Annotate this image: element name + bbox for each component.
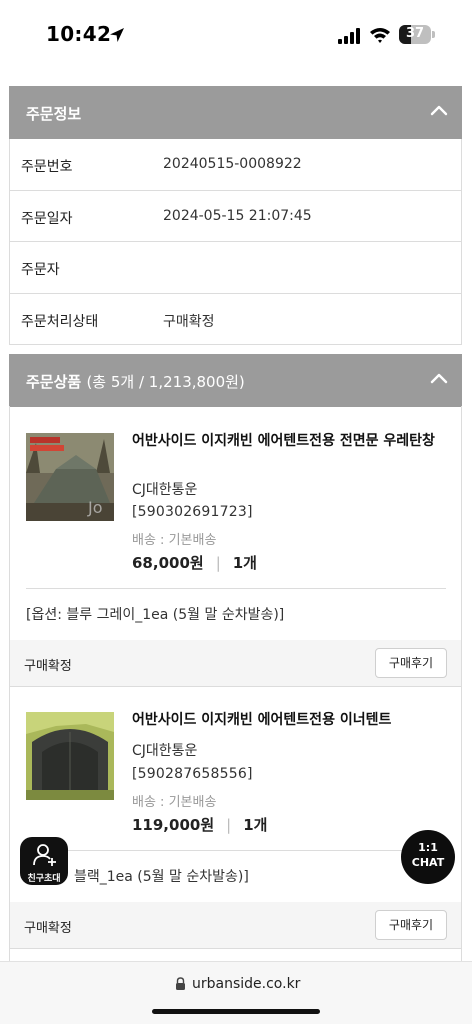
orderer-row: 주문자 xyxy=(10,242,461,294)
product-price-qty: 68,000원 | 1개 xyxy=(132,552,257,573)
product-divider xyxy=(26,850,446,851)
product-option: [옵션: 블루 그레이_1ea (5월 말 순차발송)] xyxy=(26,607,285,623)
order-date-value: 2024-05-15 21:07:45 xyxy=(163,207,312,224)
order-date-row: 주문일자 2024-05-15 21:07:45 xyxy=(10,191,461,242)
order-products-heading: 주문상품 xyxy=(26,373,82,391)
price-separator: | xyxy=(226,816,232,834)
tent-photo-icon: Jo xyxy=(26,433,114,521)
chevron-up-icon[interactable] xyxy=(430,104,448,116)
browser-url[interactable]: urbanside.co.kr xyxy=(192,976,300,992)
product-thumbnail[interactable] xyxy=(26,712,114,800)
order-products-summary: (총 5개 / 1,213,800원) xyxy=(86,373,245,391)
order-number-value: 20240515-0008922 xyxy=(163,156,302,172)
product-name[interactable]: 어반사이드 이지캐빈 에어텐트전용 이너텐트 xyxy=(132,711,448,729)
product-qty: 1개 xyxy=(243,816,268,834)
product-status-bar: 구매확정 구매후기 xyxy=(10,640,461,686)
product-price: 68,000원 xyxy=(132,554,204,572)
product-price: 119,000원 xyxy=(132,816,215,834)
chat-label-top: 1:1 xyxy=(418,841,438,854)
order-products-list: Jo 어반사이드 이지캐빈 에어텐트전용 전면문 우레탄창 CJ대한통운 [59… xyxy=(9,406,462,961)
battery-tip xyxy=(432,31,435,38)
product-tracking-number[interactable]: [590287658556] xyxy=(132,766,253,782)
status-bar: 10:42 37 xyxy=(0,0,472,70)
product-thumbnail[interactable]: Jo xyxy=(26,433,114,521)
product-tracking-number[interactable]: [590302691723] xyxy=(132,504,253,520)
product-bottom-border xyxy=(10,948,461,949)
battery-percent: 37 xyxy=(405,26,425,41)
chat-label-bottom: CHAT xyxy=(411,856,445,869)
chevron-up-icon[interactable] xyxy=(430,372,448,384)
cellular-signal-icon xyxy=(338,28,360,44)
product-name[interactable]: 어반사이드 이지캐빈 에어텐트전용 전면문 우레탄창 xyxy=(132,432,448,450)
order-status-row: 주문처리상태 구매확정 xyxy=(10,294,461,345)
invite-friend-label: 친구초대 xyxy=(27,874,61,884)
write-review-button[interactable]: 구매후기 xyxy=(375,910,447,940)
product-qty: 1개 xyxy=(232,554,257,572)
order-products-header[interactable]: 주문상품 (총 5개 / 1,213,800원) xyxy=(9,354,462,407)
product-option: 블랙_1ea (5월 말 순차발송)] xyxy=(74,869,249,885)
order-info-title: 주문정보 xyxy=(26,105,82,123)
add-user-icon xyxy=(33,844,56,866)
order-status-label: 주문처리상태 xyxy=(21,313,99,330)
product-bottom-border xyxy=(10,686,461,687)
tent-photo-icon xyxy=(26,712,114,800)
product-shipping: 배송 : 기본배송 xyxy=(132,795,217,810)
order-status-value: 구매확정 xyxy=(163,313,215,330)
order-number-row: 주문번호 20240515-0008922 xyxy=(10,139,461,191)
product-status-bar: 구매확정 구매후기 xyxy=(10,902,461,948)
product-divider xyxy=(26,588,446,589)
product-courier: CJ대한통운 xyxy=(132,743,198,759)
product-price-qty: 119,000원 | 1개 xyxy=(132,814,267,835)
wifi-icon xyxy=(370,28,390,43)
browser-address-bar[interactable]: urbanside.co.kr xyxy=(0,961,472,1024)
invite-friend-button[interactable]: 친구초대 xyxy=(20,837,68,885)
order-date-label: 주문일자 xyxy=(21,210,73,227)
product-status: 구매확정 xyxy=(24,921,72,936)
location-arrow-icon xyxy=(110,28,124,42)
order-info-header[interactable]: 주문정보 xyxy=(9,86,462,139)
write-review-button[interactable]: 구매후기 xyxy=(375,648,447,678)
product-shipping: 배송 : 기본배송 xyxy=(132,533,217,548)
status-time: 10:42 xyxy=(46,22,112,46)
svg-text:Jo: Jo xyxy=(87,498,103,517)
order-info-table: 주문번호 20240515-0008922 주문일자 2024-05-15 21… xyxy=(9,139,462,345)
price-separator: | xyxy=(215,554,221,572)
lock-icon xyxy=(176,977,185,990)
product-courier: CJ대한통운 xyxy=(132,482,198,498)
product-status: 구매확정 xyxy=(24,659,72,674)
chat-button[interactable]: 1:1 CHAT xyxy=(401,830,455,884)
home-indicator[interactable] xyxy=(152,1009,320,1014)
order-products-title: 주문상품 (총 5개 / 1,213,800원) xyxy=(26,371,245,392)
orderer-label: 주문자 xyxy=(21,262,60,278)
order-number-label: 주문번호 xyxy=(21,159,73,175)
battery-indicator: 37 xyxy=(399,25,431,44)
